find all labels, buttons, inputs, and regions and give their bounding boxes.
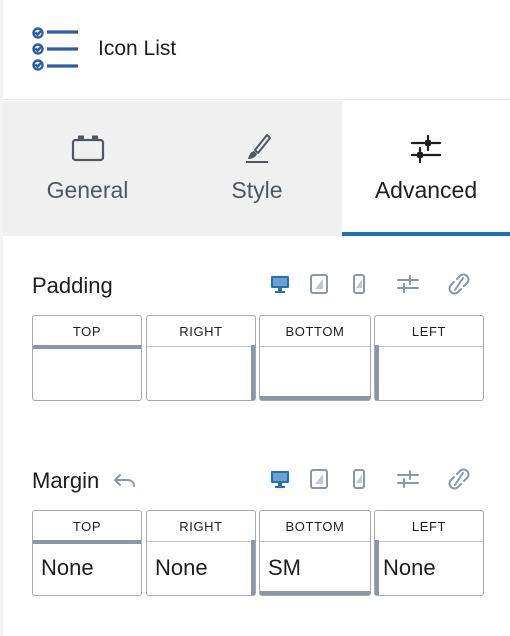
mobile-device-icon[interactable] (346, 466, 372, 492)
margin-left-select[interactable]: LEFT None (374, 510, 484, 596)
padding-title: Padding (32, 273, 113, 298)
side-indicator-right (251, 345, 255, 400)
box-divider (375, 541, 483, 542)
margin-left-value: None (383, 555, 436, 580)
margin-right-value: None (155, 555, 208, 580)
block-header: Icon List (3, 0, 510, 100)
margin-title: Margin (32, 468, 100, 493)
box-divider (147, 346, 255, 347)
padding-top-label: TOP (72, 324, 102, 339)
box-divider (147, 541, 255, 542)
margin-bottom-value: SM (268, 555, 301, 580)
reset-undo-icon[interactable] (112, 469, 138, 491)
padding-left-input[interactable]: LEFT (374, 315, 484, 401)
side-indicator-bottom (260, 396, 370, 400)
active-tab-indicator (342, 232, 510, 236)
margin-bottom-select[interactable]: BOTTOM SM (259, 510, 371, 596)
side-indicator-top (33, 540, 141, 544)
margin-top-value: None (41, 555, 94, 580)
unlinked-icon[interactable] (446, 466, 472, 492)
side-indicator-right (251, 540, 255, 595)
margin-top-select[interactable]: TOP None (32, 510, 142, 596)
custom-values-sliders-icon[interactable] (395, 466, 421, 492)
box-divider (260, 541, 370, 542)
list-check-icon (32, 26, 80, 72)
tablet-device-icon[interactable] (306, 466, 332, 492)
tab-style-label: Style (231, 177, 283, 203)
tab-advanced[interactable]: Advanced (342, 101, 510, 236)
padding-bottom-input[interactable]: BOTTOM (259, 315, 371, 401)
tab-advanced-label: Advanced (374, 177, 478, 203)
desktop-device-icon[interactable] (267, 271, 293, 297)
mobile-device-icon[interactable] (346, 271, 372, 297)
box-divider (260, 346, 370, 347)
side-indicator-top (33, 345, 141, 349)
calendar-box-icon (68, 131, 108, 167)
padding-top-input[interactable]: TOP (32, 315, 142, 401)
margin-bottom-label: BOTTOM (285, 519, 345, 534)
padding-right-input[interactable]: RIGHT (146, 315, 256, 401)
margin-right-label: RIGHT (179, 519, 223, 534)
tab-style[interactable]: Style (172, 101, 342, 236)
panel-tabs: General Style Advanced (3, 101, 510, 236)
tab-general-label: General (46, 177, 129, 203)
margin-left-label: LEFT (411, 519, 447, 534)
padding-bottom-label: BOTTOM (285, 324, 345, 339)
desktop-device-icon[interactable] (267, 466, 293, 492)
tablet-device-icon[interactable] (306, 271, 332, 297)
tab-general[interactable]: General (3, 101, 172, 236)
margin-top-label: TOP (72, 519, 102, 534)
margin-right-select[interactable]: RIGHT None (146, 510, 256, 596)
brush-icon (237, 131, 277, 167)
box-divider (375, 346, 483, 347)
unlinked-icon[interactable] (446, 271, 472, 297)
side-indicator-bottom (260, 591, 370, 595)
padding-right-label: RIGHT (179, 324, 223, 339)
block-title: Icon List (98, 37, 177, 60)
side-indicator-left (375, 345, 379, 400)
padding-left-label: LEFT (411, 324, 447, 339)
sliders-icon (406, 131, 446, 167)
custom-values-sliders-icon[interactable] (395, 271, 421, 297)
side-indicator-left (375, 540, 379, 595)
